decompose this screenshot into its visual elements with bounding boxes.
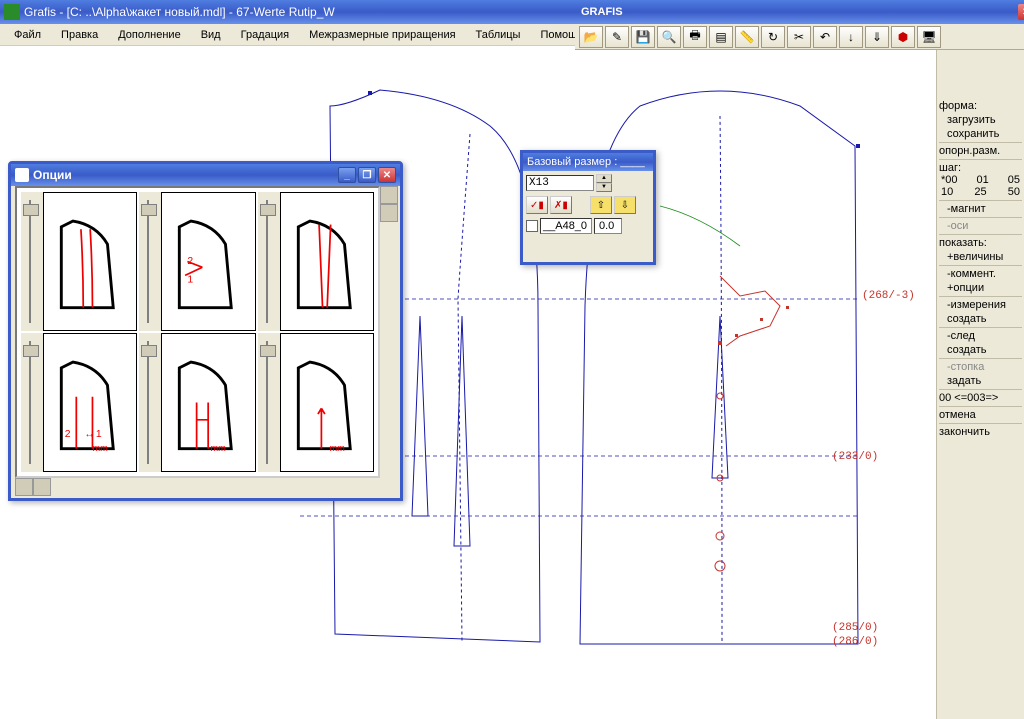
options-grid[interactable]: 12 2↔1mm mm mm <box>15 186 380 478</box>
rpanel-load[interactable]: загрузить <box>939 114 1022 126</box>
x-value-input[interactable] <box>526 175 594 191</box>
rpanel-magnet[interactable]: -магнит <box>939 203 1022 215</box>
rpanel-measure[interactable]: -измерения <box>939 299 1022 311</box>
annotation-1: (268/-3) <box>862 290 915 302</box>
rpanel-step: шаг: <box>939 162 1022 174</box>
stop-icon[interactable]: ⬢ <box>891 26 915 48</box>
param-checkbox[interactable] <box>526 220 538 232</box>
screen-icon[interactable]: 🖥 <box>917 26 941 48</box>
option-tile-3[interactable] <box>258 192 374 331</box>
options-window[interactable]: Опции _ ❐ ✕ 12 2↔1mm mm mm <box>8 161 403 501</box>
option-tile-4[interactable]: 2 ↔1 mm <box>21 333 137 472</box>
annotation-2: (233/0) <box>832 451 878 463</box>
rpanel-finish[interactable]: закончить <box>939 426 1022 438</box>
right-panel: форма: загрузить сохранить опорн.разм. ш… <box>936 46 1024 719</box>
rpanel-axes[interactable]: -оси <box>939 220 1022 232</box>
size-window[interactable]: Базовый размер : ____ ▲▼ ✓▮ ✗▮ ⇧ ⇩ __A48… <box>520 150 656 265</box>
rpanel-set[interactable]: задать <box>939 375 1022 387</box>
svg-text:2: 2 <box>65 429 71 440</box>
drawing-canvas[interactable]: (268/-3) (233/0) (285/0) (286/0) Опции _… <box>0 46 936 719</box>
rpanel-values[interactable]: +величины <box>939 251 1022 263</box>
svg-text:1: 1 <box>96 429 102 440</box>
rpanel-cancel[interactable]: отмена <box>939 409 1022 421</box>
size-body: ▲▼ ✓▮ ✗▮ ⇧ ⇩ __A48_0 0.0 <box>523 171 653 237</box>
scissors-icon[interactable]: ✂ <box>787 26 811 48</box>
annotation-3: (285/0) <box>832 622 878 634</box>
option-slider-4[interactable] <box>21 333 43 472</box>
rpanel-comment[interactable]: -коммент. <box>939 268 1022 280</box>
new-icon[interactable]: ✎ <box>605 26 629 48</box>
rpanel-forma: форма: <box>939 100 1022 112</box>
options-title-text: Опции <box>33 168 72 182</box>
options-icon <box>15 168 29 182</box>
option-slider-3[interactable] <box>258 192 280 331</box>
palette-title: GRAFIS <box>581 6 623 18</box>
options-close-button[interactable]: ✕ <box>378 167 396 183</box>
window-title: Grafis - [C: ..\Alpha\жакет новый.mdl] -… <box>24 5 335 19</box>
rpanel-save[interactable]: сохранить <box>939 128 1022 140</box>
annotation-4: (286/0) <box>832 636 878 648</box>
ruler-icon[interactable]: 📏 <box>735 26 759 48</box>
rpanel-show: показать: <box>939 237 1022 249</box>
size-titlebar[interactable]: Базовый размер : ____ <box>523 153 653 171</box>
undo-icon[interactable]: ↶ <box>813 26 837 48</box>
option-tile-2[interactable]: 12 <box>139 192 255 331</box>
svg-text:↔: ↔ <box>84 429 94 440</box>
rpanel-create[interactable]: создать <box>939 313 1022 325</box>
save-icon[interactable]: 💾 <box>631 26 655 48</box>
param-value[interactable]: 0.0 <box>594 218 622 234</box>
check-x-button[interactable]: ✓▮ <box>526 196 548 214</box>
x-button[interactable]: ✗▮ <box>550 196 572 214</box>
up-yellow-button[interactable]: ⇧ <box>590 196 612 214</box>
options-hscrollbar[interactable] <box>15 478 380 494</box>
options-minimize-button[interactable]: _ <box>338 167 356 183</box>
open-folder-icon[interactable]: 📂 <box>579 26 603 48</box>
menu-file[interactable]: Файл <box>6 27 49 43</box>
option-slider-6[interactable] <box>258 333 280 472</box>
down-yellow-button[interactable]: ⇩ <box>614 196 636 214</box>
app-icon <box>4 4 20 20</box>
rpanel-step-row1[interactable]: *000105 <box>939 174 1022 186</box>
svg-text:1: 1 <box>188 274 194 285</box>
option-tile-6[interactable]: mm <box>258 333 374 472</box>
menu-edit[interactable]: Правка <box>53 27 106 43</box>
option-slider-5[interactable] <box>139 333 161 472</box>
menu-tables[interactable]: Таблицы <box>468 27 529 43</box>
size-title-text: Базовый размер : ____ <box>527 156 645 168</box>
down-arrow2-icon[interactable]: ⇓ <box>865 26 889 48</box>
refresh-icon[interactable]: ↻ <box>761 26 785 48</box>
menu-view[interactable]: Вид <box>193 27 229 43</box>
svg-text:2: 2 <box>188 256 194 267</box>
tool-palette: 📂 ✎ 💾 🔍 🖶 ▤ 📏 ↻ ✂ ↶ ↓ ⇓ ⬢ 🖥 <box>575 24 1024 50</box>
rpanel-trace[interactable]: -след <box>939 330 1022 342</box>
rpanel-create2[interactable]: создать <box>939 344 1022 356</box>
rpanel-ref[interactable]: опорн.разм. <box>939 145 1022 157</box>
palette-close-icon[interactable]: ✕ <box>1018 4 1024 20</box>
rpanel-stack[interactable]: -стопка <box>939 361 1022 373</box>
stack-icon[interactable]: ▤ <box>709 26 733 48</box>
option-tile-5[interactable]: mm <box>139 333 255 472</box>
search-icon[interactable]: 🔍 <box>657 26 681 48</box>
svg-text:mm: mm <box>211 443 227 453</box>
options-vscrollbar[interactable] <box>380 186 396 478</box>
print-icon[interactable]: 🖶 <box>683 26 707 48</box>
rpanel-counter[interactable]: 00 <=003=> <box>939 392 1022 404</box>
option-slider-2[interactable] <box>139 192 161 331</box>
rpanel-options[interactable]: +опции <box>939 282 1022 294</box>
options-maximize-button[interactable]: ❐ <box>358 167 376 183</box>
down-arrow-icon[interactable]: ↓ <box>839 26 863 48</box>
svg-text:mm: mm <box>329 443 345 453</box>
svg-text:mm: mm <box>92 443 108 453</box>
tool-palette-title[interactable]: GRAFIS ✕ <box>575 0 1024 24</box>
param-name[interactable]: __A48_0 <box>540 218 592 234</box>
option-slider-1[interactable] <box>21 192 43 331</box>
option-tile-1[interactable] <box>21 192 137 331</box>
options-titlebar[interactable]: Опции _ ❐ ✕ <box>11 164 400 186</box>
x-spinner[interactable]: ▲▼ <box>596 174 612 192</box>
menu-addon[interactable]: Дополнение <box>110 27 188 43</box>
rpanel-step-row2[interactable]: 102550 <box>939 186 1022 198</box>
menu-grading[interactable]: Градация <box>233 27 298 43</box>
menu-intersize[interactable]: Межразмерные приращения <box>301 27 463 43</box>
